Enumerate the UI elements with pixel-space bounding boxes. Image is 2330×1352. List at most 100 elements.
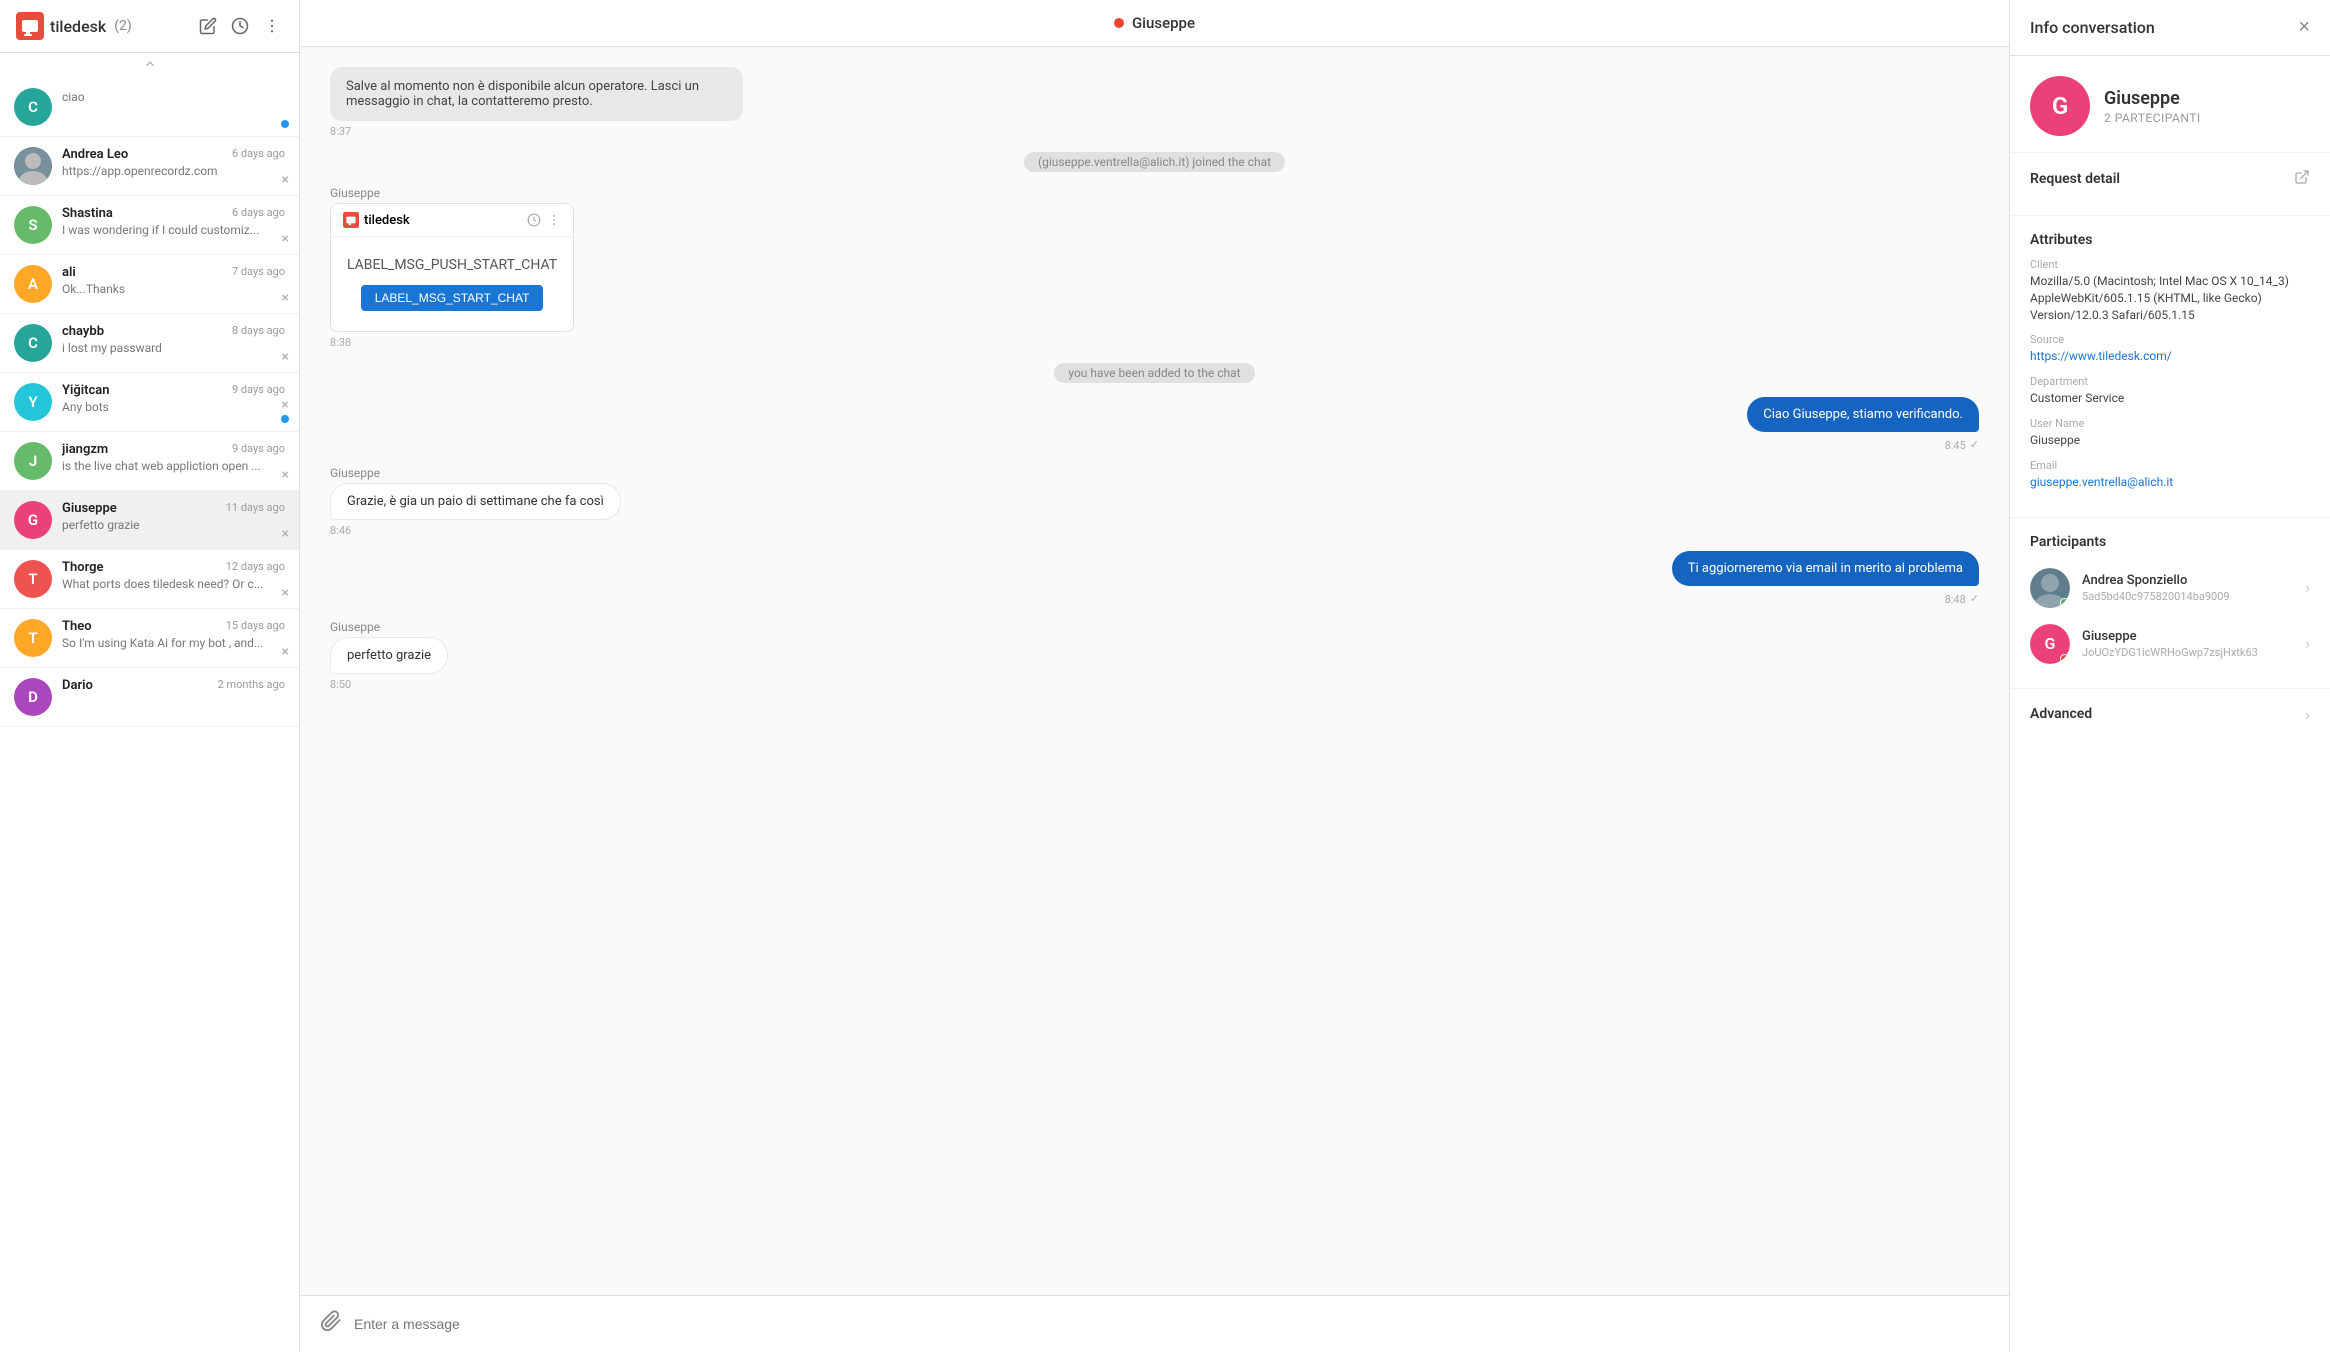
message-sender: Giuseppe <box>330 466 621 480</box>
conv-name: Theo <box>62 619 92 634</box>
unread-dot <box>281 120 289 128</box>
request-detail-section: Request detail <box>2010 153 2330 216</box>
conv-name: ali <box>62 265 76 280</box>
advanced-section[interactable]: Advanced › <box>2010 689 2330 740</box>
close-icon[interactable]: × <box>282 173 289 187</box>
conv-time: 11 days ago <box>226 501 285 514</box>
conv-time: 15 days ago <box>226 619 285 632</box>
participant-id: JoUOzYDG1icWRHoGwp7zsjHxtk63 <box>2082 646 2272 659</box>
list-item[interactable]: Y Yiğitcan 9 days ago Any bots × <box>0 373 299 432</box>
sidebar-header-actions <box>197 15 283 37</box>
conv-preview: ciao <box>62 90 85 104</box>
attributes-header: Attributes <box>2030 232 2310 248</box>
message-bubble-outgoing: Ti aggiorneremo via email in merito al p… <box>1672 551 1979 586</box>
close-icon[interactable]: × <box>282 232 289 246</box>
avatar <box>14 147 52 185</box>
list-item[interactable]: C chaybb 8 days ago i lost my passward × <box>0 314 299 373</box>
conv-preview: https://app.openrecordz.com <box>62 164 285 178</box>
edit-button[interactable] <box>197 15 219 37</box>
sidebar-title: tiledesk <box>50 17 106 36</box>
scroll-up-indicator[interactable] <box>0 53 299 78</box>
conv-actions: × <box>282 527 289 541</box>
list-item[interactable]: T Theo 15 days ago So I'm using Kata Ai … <box>0 609 299 668</box>
list-item[interactable]: Andrea Leo 6 days ago https://app.openre… <box>0 137 299 196</box>
sidebar-count: (2) <box>114 18 132 34</box>
chat-area: Giuseppe Salve al momento non è disponib… <box>300 0 2010 1352</box>
list-item[interactable]: G Giuseppe 11 days ago perfetto grazie × <box>0 491 299 550</box>
avatar: G <box>14 501 52 539</box>
avatar: T <box>14 619 52 657</box>
close-icon[interactable]: × <box>282 586 289 600</box>
message-time: 8:48 <box>1945 593 1966 606</box>
online-status-dot <box>2060 598 2069 607</box>
message-bubble-incoming: Grazie, è gia un paio di settimane che f… <box>330 483 621 520</box>
avatar: J <box>14 442 52 480</box>
participant-info: Giuseppe JoUOzYDG1icWRHoGwp7zsjHxtk63 <box>2082 629 2305 659</box>
close-icon[interactable]: × <box>281 398 288 412</box>
unread-dot <box>281 415 289 423</box>
message-sender: Giuseppe <box>330 620 448 634</box>
list-item[interactable]: D Dario 2 months ago <box>0 668 299 727</box>
close-icon[interactable]: × <box>282 468 289 482</box>
participant-item[interactable]: G Giuseppe JoUOzYDG1icWRHoGwp7zsjHxtk63 … <box>2030 616 2310 672</box>
conv-time: 9 days ago <box>232 442 285 455</box>
info-panel: Info conversation × G Giuseppe 2 PARTECI… <box>2010 0 2330 1352</box>
message-time: 8:38 <box>330 336 574 349</box>
info-user-avatar: G <box>2030 76 2090 136</box>
tiledesk-logo-icon <box>16 12 44 40</box>
list-item[interactable]: S Shastina 6 days ago I was wondering if… <box>0 196 299 255</box>
bot-card: tiledesk LABEL_MSG_PUSH_START_CHAT LABEL… <box>330 203 574 332</box>
conv-preview: Any bots <box>62 400 285 414</box>
check-icon: ✓ <box>1970 438 1979 451</box>
conv-actions: × <box>282 645 289 659</box>
close-icon[interactable]: × <box>282 350 289 364</box>
attach-button[interactable] <box>320 1310 342 1338</box>
close-icon[interactable]: × <box>282 645 289 659</box>
external-link-icon[interactable] <box>2294 169 2310 189</box>
list-item[interactable]: A ali 7 days ago Ok...Thanks × <box>0 255 299 314</box>
message-input[interactable] <box>354 1316 1989 1332</box>
conv-time: 6 days ago <box>232 147 285 160</box>
participant-name: Andrea Sponziello <box>2082 573 2305 588</box>
more-icon[interactable] <box>547 213 561 227</box>
username-field: User Name Giuseppe <box>2030 417 2310 449</box>
message-time: 8:46 <box>330 524 621 537</box>
conv-preview: i lost my passward <box>62 341 285 355</box>
info-close-button[interactable]: × <box>2298 16 2310 39</box>
close-icon[interactable]: × <box>282 527 289 541</box>
list-item[interactable]: J jiangzm 9 days ago is the live chat we… <box>0 432 299 491</box>
request-detail-header: Request detail <box>2030 169 2310 189</box>
email-value[interactable]: giuseppe.ventrella@alich.it <box>2030 474 2310 491</box>
bot-start-chat-button[interactable]: LABEL_MSG_START_CHAT <box>361 285 544 311</box>
participant-item[interactable]: Andrea Sponziello 5ad5bd40c975820014ba90… <box>2030 560 2310 616</box>
avatar: D <box>14 678 52 716</box>
username-value: Giuseppe <box>2030 432 2310 449</box>
conv-info: ali 7 days ago Ok...Thanks <box>62 265 285 296</box>
conv-preview: perfetto grazie <box>62 518 285 532</box>
close-icon[interactable]: × <box>282 291 289 305</box>
chat-header-name: Giuseppe <box>1132 14 1195 32</box>
more-button[interactable] <box>261 15 283 37</box>
conv-actions: × <box>282 350 289 364</box>
conv-name: Giuseppe <box>62 501 117 516</box>
list-item[interactable]: T Thorge 12 days ago What ports does til… <box>0 550 299 609</box>
conv-actions: × <box>282 232 289 246</box>
conv-name: Yiğitcan <box>62 383 110 398</box>
online-status-dot <box>2060 654 2069 663</box>
conv-time: 2 months ago <box>218 678 285 691</box>
conv-info: jiangzm 9 days ago is the live chat web … <box>62 442 285 473</box>
sidebar-header: tiledesk (2) <box>0 0 299 53</box>
conv-actions: × <box>281 398 289 423</box>
message-group-outgoing: Ti aggiorneremo via email in merito al p… <box>1672 551 1979 606</box>
message-group-incoming: Giuseppe perfetto grazie 8:50 <box>330 620 448 691</box>
message-time: 8:45 <box>1945 439 1966 452</box>
info-user-name: Giuseppe <box>2104 88 2201 109</box>
conv-info: Dario 2 months ago <box>62 678 285 693</box>
participant-name: Giuseppe <box>2082 629 2305 644</box>
history-button[interactable] <box>229 15 251 37</box>
conv-preview: What ports does tiledesk need? Or c... <box>62 577 285 591</box>
list-item[interactable]: C ciao <box>0 78 299 137</box>
conv-info: Andrea Leo 6 days ago https://app.openre… <box>62 147 285 178</box>
email-label: Email <box>2030 459 2310 472</box>
source-value[interactable]: https://www.tiledesk.com/ <box>2030 348 2310 365</box>
